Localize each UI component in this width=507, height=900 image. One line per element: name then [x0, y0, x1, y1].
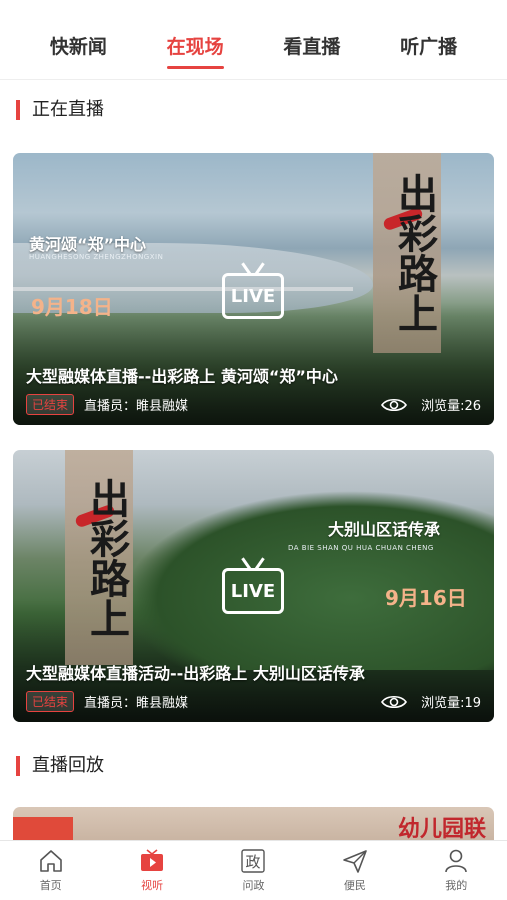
overlay-date: 9月18日: [31, 295, 113, 319]
status-badge: 已结束: [26, 691, 75, 712]
zheng-icon: 政: [241, 849, 266, 873]
live-card[interactable]: 出彩路上 大别山区话传承 DA BIE SHAN QU HUA CHUAN CH…: [13, 450, 494, 722]
nav-item-home[interactable]: 首页: [16, 848, 86, 893]
card-meta: 已结束 直播员：睢县融媒 浏览量:19: [26, 691, 481, 712]
eye-icon: [381, 398, 408, 411]
poster-banner: 出彩路上: [373, 153, 441, 353]
send-icon: [343, 850, 367, 873]
nav-item-mine[interactable]: 我的: [421, 848, 491, 893]
nav-label: 我的: [445, 879, 468, 892]
overlay-title: 黄河颂“郑”中心: [29, 235, 147, 254]
tab-tingguangbo[interactable]: 听广播: [400, 32, 457, 69]
live-tv-icon: LIVE: [222, 273, 284, 319]
view-count: 浏览量:26: [421, 399, 481, 414]
card-meta: 已结束 直播员：睢县融媒 浏览量:26: [26, 394, 481, 415]
status-badge: 已结束: [26, 394, 75, 415]
host-label: 直播员：睢县融媒: [84, 696, 189, 711]
overlay-title: 大别山区话传承: [328, 520, 441, 539]
overlay-subtitle: DA BIE SHAN QU HUA CHUAN CHENG: [288, 544, 434, 552]
section-title-replay: 直播回放: [16, 756, 104, 776]
card-title: 大型融媒体直播--出彩路上 黄河颂“郑”中心: [26, 367, 338, 386]
tab-kanzhibo[interactable]: 看直播: [283, 32, 340, 69]
home-icon: [39, 850, 62, 872]
nav-item-video[interactable]: 视听: [117, 848, 187, 893]
overlay-date: 9月16日: [385, 586, 467, 610]
eye-icon: [381, 695, 408, 708]
video-icon: [141, 849, 164, 871]
nav-label: 视听: [141, 879, 164, 892]
bottom-nav: 首页 视听 政 问政 便民 我的: [0, 840, 507, 900]
tab-kuaixinwen[interactable]: 快新闻: [50, 32, 107, 69]
replay-card[interactable]: 幼儿园联: [13, 807, 494, 841]
poster-text: 出彩路上: [83, 477, 130, 638]
section-title-live-now: 正在直播: [16, 100, 104, 120]
live-tv-icon: LIVE: [222, 568, 284, 614]
nav-label: 问政: [242, 879, 265, 892]
user-icon: [445, 849, 468, 873]
view-count: 浏览量:19: [421, 696, 481, 711]
nav-label: 首页: [39, 879, 62, 892]
overlay-subtitle: HUANGHESONG ZHENGZHONGXIN: [29, 253, 164, 261]
card-title: 大型融媒体直播活动--出彩路上 大别山区话传承: [26, 664, 365, 683]
nav-item-zheng[interactable]: 政 问政: [218, 848, 288, 893]
svg-text:政: 政: [246, 853, 261, 871]
poster-banner: 出彩路上: [65, 450, 133, 665]
replay-thumbnail-shape: [13, 817, 73, 841]
nav-label: 便民: [343, 879, 366, 892]
poster-text: 出彩路上: [391, 173, 438, 333]
tab-zaixianchang[interactable]: 在现场: [166, 32, 224, 69]
nav-item-service[interactable]: 便民: [320, 848, 390, 893]
replay-thumbnail-text: 幼儿园联: [397, 817, 486, 841]
live-card[interactable]: 出彩路上 黄河颂“郑”中心 HUANGHESONG ZHENGZHONGXIN …: [13, 153, 494, 425]
host-label: 直播员：睢县融媒: [84, 399, 189, 414]
top-tab-bar: 快新闻 在现场 看直播 听广播: [0, 0, 507, 80]
